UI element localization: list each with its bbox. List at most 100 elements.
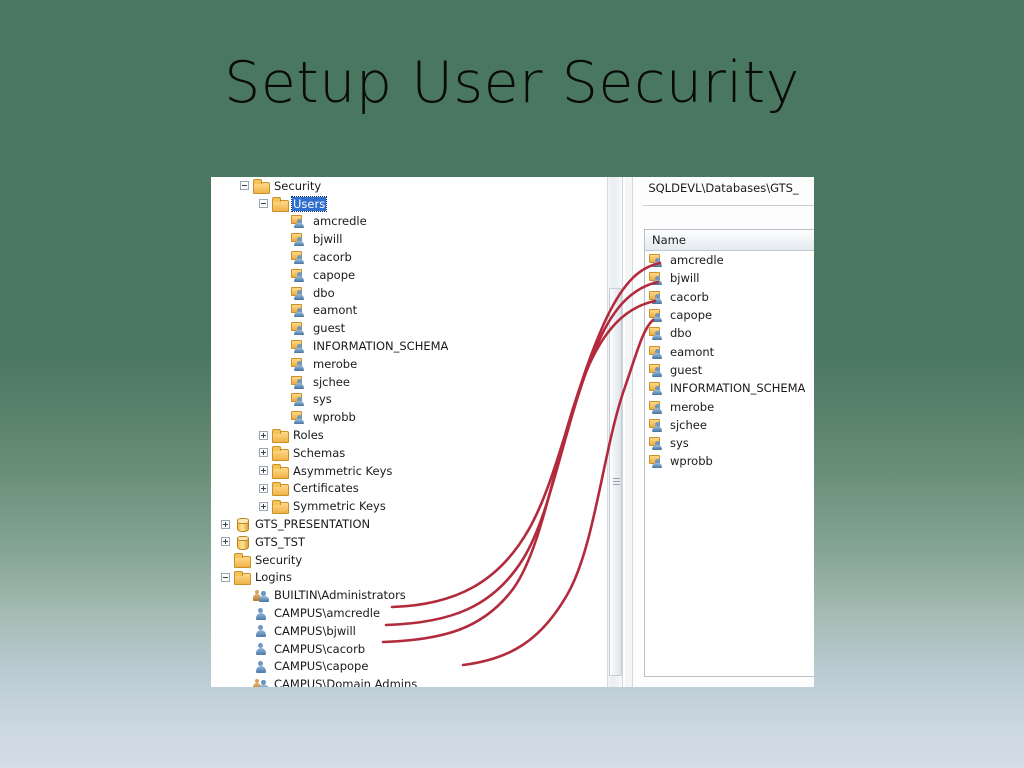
tree-item[interactable]: INFORMATION_SCHEMA <box>211 337 607 355</box>
expand-icon[interactable] <box>259 483 268 493</box>
database-user-icon <box>291 357 308 371</box>
tree-item-label: Security <box>274 178 322 193</box>
tree-item-label: Asymmetric Keys <box>293 463 393 478</box>
pane-splitter[interactable] <box>624 177 633 687</box>
tree-item[interactable]: Users <box>211 195 607 213</box>
expand-icon[interactable] <box>221 537 230 547</box>
tree-item-label: guest <box>313 321 346 336</box>
details-row[interactable]: capope <box>645 306 814 324</box>
details-row[interactable]: amcredle <box>645 251 814 269</box>
divider <box>643 205 814 206</box>
tree-item-label: BUILTIN\Administrators <box>274 588 406 603</box>
details-row-label: guest <box>670 362 703 377</box>
tree-vertical-scrollbar[interactable] <box>607 177 623 687</box>
expand-icon[interactable] <box>259 466 268 476</box>
tree-item[interactable]: sys <box>211 391 607 409</box>
folder-icon <box>234 553 251 568</box>
tree-item[interactable]: dbo <box>211 284 607 302</box>
tree-item[interactable]: Schemas <box>211 444 607 462</box>
breadcrumb: SQLDEVL\Databases\GTS_ <box>648 181 799 195</box>
details-row[interactable]: INFORMATION_SCHEMA <box>645 379 814 397</box>
tree-item[interactable]: CAMPUS\Domain Admins <box>211 675 607 687</box>
tree-item[interactable]: Roles <box>211 426 607 444</box>
details-row[interactable]: sys <box>645 434 814 452</box>
tree-item[interactable]: CAMPUS\bjwill <box>211 622 607 640</box>
database-user-icon <box>291 339 308 354</box>
tree-item-label: merobe <box>313 356 358 371</box>
details-row[interactable]: dbo <box>645 324 814 342</box>
tree-item[interactable]: CAMPUS\cacorb <box>211 640 607 658</box>
details-row[interactable]: bjwill <box>645 269 814 287</box>
tree-item-label: CAMPUS\capope <box>274 659 369 674</box>
object-explorer-tree[interactable]: Security Users amcredle bjwill cacorb capope d… <box>211 177 607 687</box>
collapse-icon[interactable] <box>259 199 268 209</box>
database-user-icon <box>649 326 666 341</box>
tree-item[interactable]: guest <box>211 319 607 337</box>
details-row[interactable]: sjchee <box>645 416 814 434</box>
tree-item[interactable]: capope <box>211 266 607 284</box>
details-row[interactable]: cacorb <box>645 288 814 306</box>
tree-item[interactable]: GTS_PRESENTATION <box>211 515 607 533</box>
tree-item[interactable]: wprobb <box>211 408 607 426</box>
tree-item-label: INFORMATION_SCHEMA <box>313 339 449 354</box>
details-row[interactable]: guest <box>645 361 814 379</box>
expand-icon[interactable] <box>221 519 230 529</box>
expand-icon[interactable] <box>259 501 268 511</box>
tree-item-label: CAMPUS\bjwill <box>274 623 356 638</box>
tree-item[interactable]: amcredle <box>211 213 607 231</box>
details-row-container: amcredle bjwill cacorb capope dbo eamont guest… <box>645 251 814 471</box>
tree-item[interactable]: CAMPUS\capope <box>211 658 607 676</box>
tree-item[interactable]: Symmetric Keys <box>211 497 607 515</box>
tree-item[interactable]: GTS_TST <box>211 533 607 551</box>
database-user-icon <box>291 303 308 318</box>
user-icon <box>253 624 269 638</box>
user-icon <box>253 659 269 673</box>
tree-item[interactable]: Security <box>211 551 607 569</box>
object-explorer-details: SQLDEVL\Databases\GTS_ Name amcredle bjwi… <box>633 177 814 687</box>
tree-item[interactable]: Security <box>211 177 607 195</box>
tree-item-label: Security <box>255 552 303 567</box>
details-row[interactable]: wprobb <box>645 452 814 470</box>
details-row-label: merobe <box>670 399 715 414</box>
collapse-icon[interactable] <box>240 181 249 191</box>
database-user-icon <box>649 308 666 323</box>
database-icon <box>234 535 250 550</box>
expand-icon[interactable] <box>259 430 268 440</box>
tree-item-label: bjwill <box>313 232 343 247</box>
tree-item[interactable]: Logins <box>211 569 607 587</box>
details-row-label: dbo <box>670 326 692 341</box>
collapse-icon[interactable] <box>221 572 230 582</box>
tree-item[interactable]: merobe <box>211 355 607 373</box>
details-row[interactable]: eamont <box>645 342 814 360</box>
folder-icon <box>272 446 289 461</box>
tree-scrollbar-thumb[interactable] <box>609 288 622 676</box>
folder-icon <box>272 464 289 479</box>
tree-item[interactable]: Asymmetric Keys <box>211 462 607 480</box>
tree-item[interactable]: eamont <box>211 302 607 320</box>
expand-icon[interactable] <box>259 448 268 458</box>
column-header-name[interactable]: Name <box>645 230 814 251</box>
database-user-icon <box>649 363 666 377</box>
tree-item[interactable]: CAMPUS\amcredle <box>211 604 607 622</box>
details-list[interactable]: Name amcredle bjwill cacorb capope dbo eamont… <box>644 229 814 677</box>
database-user-icon <box>649 454 666 469</box>
tree-item[interactable]: BUILTIN\Administrators <box>211 586 607 604</box>
details-row-label: eamont <box>670 344 715 359</box>
tree-item-label: Users <box>290 195 328 212</box>
tree-item[interactable]: cacorb <box>211 248 607 266</box>
database-user-icon <box>291 410 308 425</box>
details-row-label: sys <box>670 436 689 451</box>
tree-item[interactable]: Certificates <box>211 480 607 498</box>
tree-item[interactable]: sjchee <box>211 373 607 391</box>
tree-item-label: cacorb <box>313 250 352 265</box>
tree-item[interactable]: bjwill <box>211 230 607 248</box>
tree-item-label: wprobb <box>313 410 356 425</box>
database-user-icon <box>649 418 666 432</box>
details-row[interactable]: merobe <box>645 397 814 415</box>
